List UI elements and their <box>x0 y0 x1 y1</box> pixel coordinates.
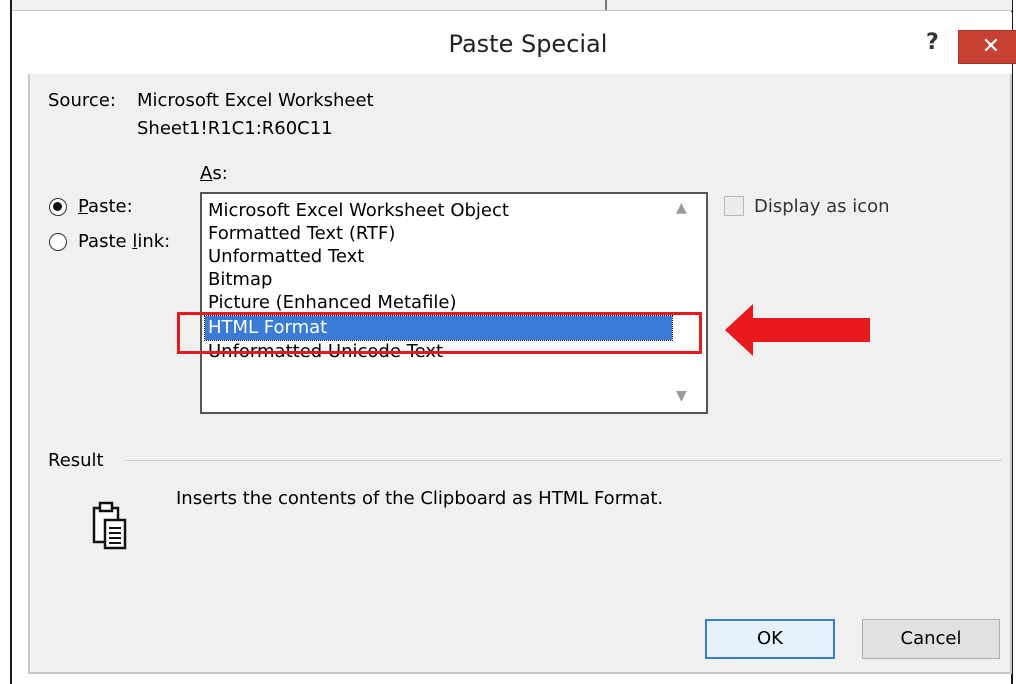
background-window-edge-left <box>10 0 12 684</box>
ok-button[interactable]: OK <box>705 619 835 659</box>
display-as-icon-checkbox[interactable] <box>724 196 744 216</box>
paste-mnemonic: P <box>78 196 89 217</box>
background-window-divider <box>605 0 607 10</box>
paste-link-label-start: Paste <box>78 231 133 252</box>
help-button[interactable]: ? <box>926 30 939 55</box>
cancel-button[interactable]: Cancel <box>862 619 1000 659</box>
as-label-rest: s: <box>212 163 228 184</box>
paste-radio-label[interactable]: Paste: <box>78 196 133 217</box>
paste-radio[interactable] <box>49 198 67 216</box>
annotation-highlight-box <box>177 312 702 354</box>
as-label: As: <box>200 163 228 184</box>
arrow-left-icon <box>725 304 870 356</box>
chevron-up-icon[interactable]: ▲ <box>676 200 687 216</box>
dialog-border-right <box>1010 74 1012 672</box>
result-divider <box>124 460 1002 461</box>
format-item-bitmap[interactable]: Bitmap <box>208 268 272 292</box>
paste-link-radio-label[interactable]: Paste link: <box>78 231 170 252</box>
close-button[interactable]: ✕ <box>958 30 1016 64</box>
chevron-down-icon[interactable]: ▼ <box>676 388 687 404</box>
result-label: Result <box>48 450 104 471</box>
source-value: Microsoft Excel Worksheet <box>137 90 374 111</box>
paste-link-radio[interactable] <box>49 233 67 251</box>
display-as-icon-label: Display as icon <box>754 196 890 217</box>
close-icon: ✕ <box>981 34 1001 59</box>
paste-label-rest: aste: <box>88 196 133 217</box>
format-item-unformatted-text[interactable]: Unformatted Text <box>208 245 364 269</box>
dialog-title: Paste Special <box>448 30 608 58</box>
dialog-border-bottom <box>28 672 1012 674</box>
paste-radio-dot <box>53 202 62 211</box>
format-item-excel-object[interactable]: Microsoft Excel Worksheet Object <box>208 199 509 223</box>
as-label-mnemonic: A <box>200 163 213 184</box>
source-range: Sheet1!R1C1:R60C11 <box>137 118 333 139</box>
format-item-rtf[interactable]: Formatted Text (RTF) <box>208 222 395 246</box>
dialog-title-bar: Paste Special ? ✕ <box>28 12 1016 74</box>
clipboard-icon <box>92 501 127 550</box>
source-label: Source: <box>48 90 116 111</box>
background-window-strip <box>12 0 1012 11</box>
result-description: Inserts the contents of the Clipboard as… <box>176 488 664 509</box>
paste-link-label-end: ink: <box>137 231 171 252</box>
format-listbox[interactable]: Microsoft Excel Worksheet Object Formatt… <box>200 192 708 414</box>
